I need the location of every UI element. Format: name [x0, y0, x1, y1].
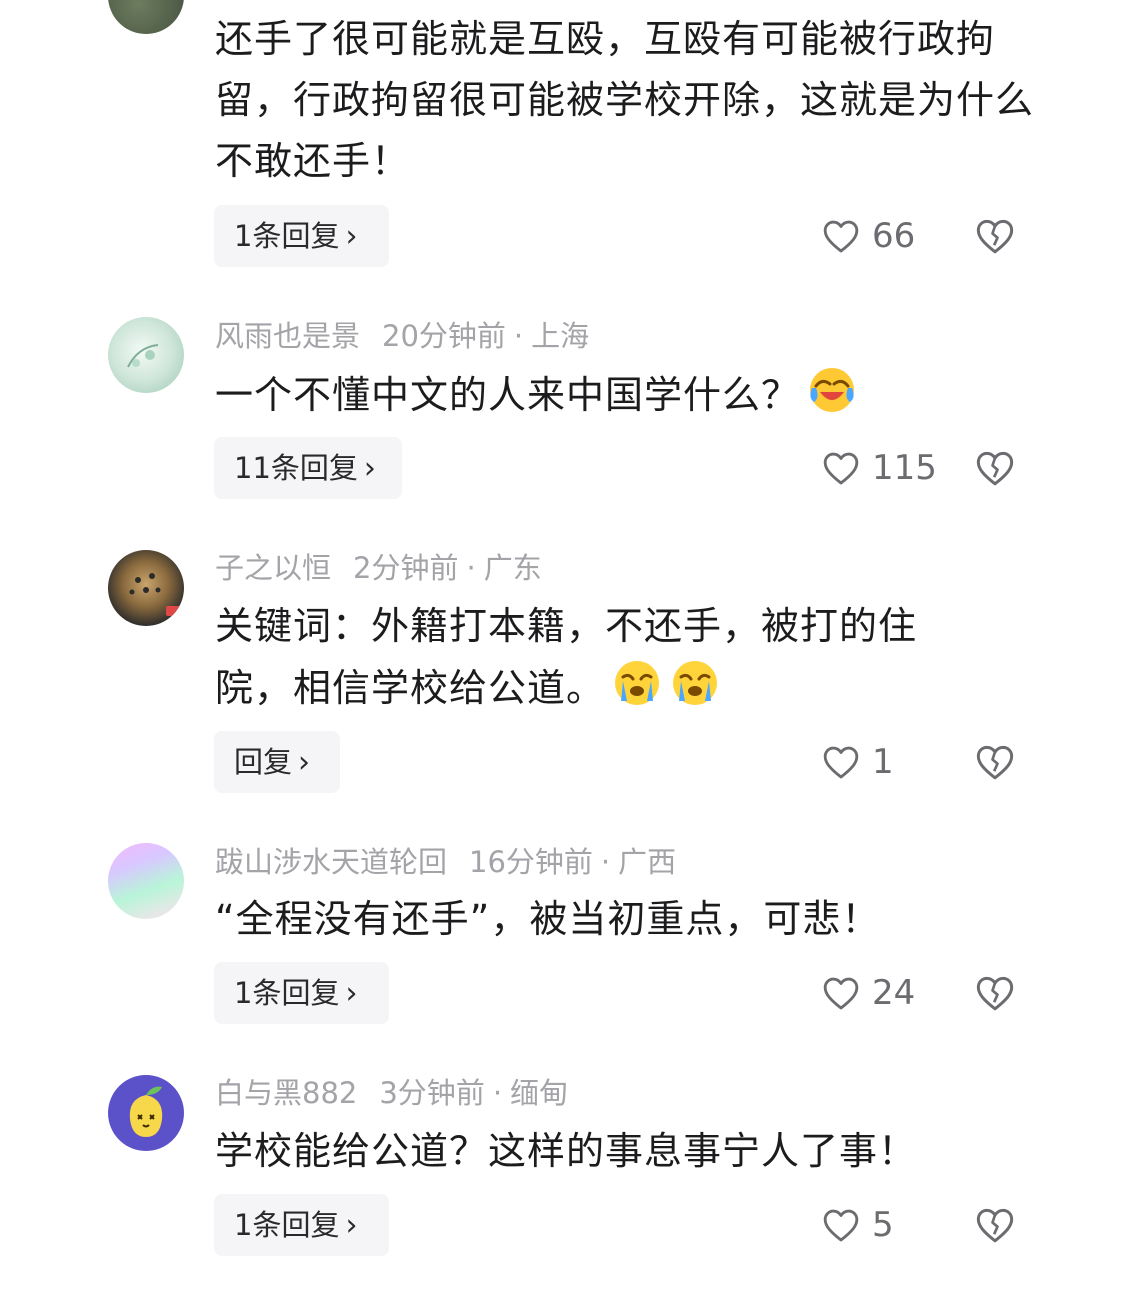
reply-label: 1条回复: [234, 1208, 340, 1242]
avatar[interactable]: [108, 1075, 184, 1151]
broken-heart-icon[interactable]: [975, 448, 1015, 488]
location: 上海: [531, 319, 590, 353]
reply-button[interactable]: 1条回复 ›: [214, 205, 389, 267]
chevron-right-icon: ›: [345, 1208, 358, 1243]
separator-dot: ·: [600, 845, 611, 879]
username[interactable]: 子之以恒: [215, 551, 331, 585]
reply-label: 回复: [234, 745, 293, 779]
heart-outline-icon: [823, 452, 859, 485]
crying-emoji: [673, 661, 718, 705]
like-count: 1: [872, 742, 894, 782]
separator-dot: ·: [466, 551, 476, 585]
heart-outline-icon: [823, 746, 859, 779]
like-button[interactable]: 24: [822, 962, 915, 1024]
avatar[interactable]: [108, 550, 184, 626]
reply-button[interactable]: 回复 ›: [214, 731, 340, 793]
heart-outline-icon: [823, 220, 859, 253]
reply-label: 11条回复: [234, 451, 358, 485]
location: 缅甸: [510, 1076, 569, 1110]
comment-text: 还手了很可能就是互殴，互殴有可能被行政拘留，行政拘留很可能被学校开除，这就是为什…: [215, 17, 1035, 183]
heart-outline-icon: [823, 977, 859, 1010]
like-button[interactable]: 5: [822, 1194, 894, 1256]
comment-text-body: 一个不懂中文的人来中国学什么？: [215, 373, 801, 417]
crying-emoji: [615, 661, 660, 705]
username[interactable]: 风雨也是景: [215, 319, 360, 353]
comment-text: 学校能给公道？这样的事息事宁人了事！: [215, 1129, 918, 1173]
timestamp: 20分钟前: [382, 319, 506, 353]
reply-button[interactable]: 1条回复 ›: [214, 962, 389, 1024]
heart-outline-icon: [823, 1209, 859, 1242]
like-button[interactable]: 1: [822, 731, 894, 793]
like-button[interactable]: 66: [822, 205, 915, 267]
broken-heart-icon[interactable]: [975, 216, 1015, 256]
comment-meta: 风雨也是景 20分钟前 · 上海: [215, 316, 589, 356]
like-count: 66: [872, 216, 916, 256]
avatar[interactable]: [108, 317, 184, 393]
reply-button[interactable]: 1条回复 ›: [214, 1194, 389, 1256]
broken-heart-icon[interactable]: [975, 1205, 1015, 1245]
location: 广东: [483, 551, 542, 585]
comment-meta: 白与黑882 3分钟前 · 缅甸: [215, 1073, 568, 1113]
chevron-right-icon: ›: [345, 976, 358, 1011]
separator-dot: ·: [492, 1076, 503, 1110]
broken-heart-icon[interactable]: [975, 973, 1015, 1013]
like-count: 5: [872, 1205, 894, 1245]
reply-label: 1条回复: [234, 976, 340, 1010]
comment-meta: 跋山涉水天道轮回 16分钟前 · 广西: [215, 842, 676, 882]
laughing-crying-emoji: [810, 368, 855, 412]
avatar[interactable]: [108, 0, 184, 34]
timestamp: 3分钟前: [379, 1076, 485, 1110]
broken-heart-icon[interactable]: [975, 742, 1015, 782]
chevron-right-icon: ›: [298, 745, 311, 780]
comment-text: “全程没有还手”，被当初重点，可悲！: [215, 897, 881, 941]
reply-button[interactable]: 11条回复 ›: [214, 437, 402, 499]
reply-label: 1条回复: [234, 219, 340, 253]
timestamp: 16分钟前: [469, 845, 593, 879]
chevron-right-icon: ›: [363, 451, 376, 486]
comment-text: 一个不懂中文的人来中国学什么？: [215, 364, 1035, 426]
avatar[interactable]: [108, 843, 184, 919]
separator-dot: ·: [513, 319, 524, 353]
comment-meta: 子之以恒 2分钟前 · 广东: [215, 548, 542, 588]
username[interactable]: 白与黑882: [215, 1076, 357, 1110]
location: 广西: [618, 845, 677, 879]
like-count: 24: [872, 973, 916, 1013]
like-count: 115: [872, 448, 937, 488]
timestamp: 2分钟前: [353, 551, 459, 585]
chevron-right-icon: ›: [345, 219, 358, 254]
comment-text: 关键词：外籍打本籍，不还手，被打的住院，相信学校给公道。: [215, 596, 975, 719]
username[interactable]: 跋山涉水天道轮回: [215, 845, 447, 879]
comment-text-body: 关键词：外籍打本籍，不还手，被打的住院，相信学校给公道。: [215, 604, 918, 710]
like-button[interactable]: 115: [822, 437, 937, 499]
